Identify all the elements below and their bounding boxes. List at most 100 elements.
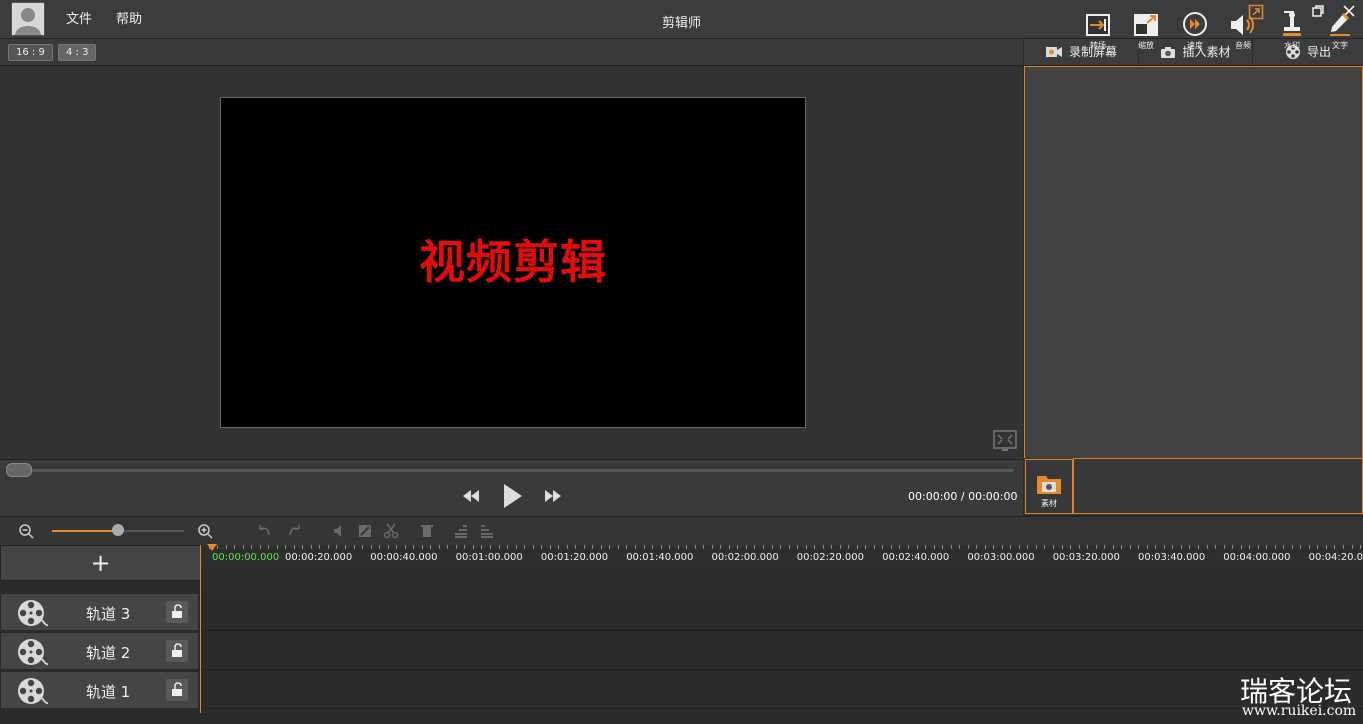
ruler-tick (345, 545, 346, 549)
transition-icon (1086, 14, 1110, 36)
tool-speed-label: 速度 (1187, 41, 1203, 50)
ruler-tick (302, 545, 303, 549)
zoom-slider-handle[interactable] (112, 524, 124, 536)
tool-transition[interactable]: 转场 (1074, 0, 1122, 55)
tool-transition-label: 转场 (1090, 41, 1106, 50)
mute-icon[interactable] (332, 523, 348, 539)
ruler-tick (797, 545, 798, 549)
scrub-track[interactable] (8, 469, 1014, 472)
ruler-tick (601, 545, 602, 549)
unlock-icon[interactable] (166, 640, 188, 662)
ruler-tick (439, 545, 440, 549)
ruler-tick (1027, 545, 1028, 549)
zoom-in-icon[interactable] (197, 523, 213, 542)
crop-icon[interactable] (357, 523, 373, 539)
fast-forward-icon[interactable] (543, 488, 563, 507)
ruler-tick (652, 545, 653, 549)
ruler-tick (1087, 545, 1088, 549)
ruler-tick (473, 545, 474, 549)
ruler-tick (1266, 545, 1267, 549)
add-track-button[interactable]: + (0, 545, 201, 581)
video-title-text: 视频剪辑 (419, 235, 607, 289)
tool-audio[interactable]: 音频 (1219, 0, 1267, 55)
folder-camera-icon (1037, 476, 1061, 494)
ruler-tick (499, 545, 500, 549)
split-icon[interactable] (453, 523, 469, 539)
ruler-tick (712, 545, 713, 549)
ruler-gap (200, 567, 1363, 593)
tool-zoom[interactable]: 缩放 (1122, 0, 1170, 55)
play-icon[interactable] (500, 482, 524, 513)
track-lane-2[interactable] (200, 632, 1363, 670)
ruler-tick (729, 545, 730, 549)
redo-icon[interactable] (287, 523, 303, 539)
ruler-tick (874, 545, 875, 549)
tool-text-label: 文字 (1332, 41, 1348, 50)
ruler-tick (865, 545, 866, 549)
ruler-tick (934, 545, 935, 549)
ruler-tick (550, 545, 551, 549)
ruler-tick (626, 545, 627, 549)
scrub-handle[interactable] (6, 463, 32, 477)
playhead[interactable] (200, 545, 201, 713)
ruler-tick (1258, 545, 1259, 549)
ruler-tick (1352, 545, 1353, 549)
ratio-4-3-button[interactable]: 4 : 3 (58, 44, 97, 61)
unlock-icon[interactable] (166, 679, 188, 701)
undo-icon[interactable] (256, 523, 272, 539)
timecode: 00:00:00 / 00:00:00 (908, 490, 1018, 503)
ruler-tick (1121, 545, 1122, 549)
ruler-tick (1155, 545, 1156, 549)
track-header-1[interactable]: 轨道 1 (0, 671, 199, 709)
zoom-slider-fill (52, 530, 118, 532)
track-lane-3[interactable] (200, 593, 1363, 631)
tool-text[interactable]: 文字 (1316, 0, 1363, 55)
ruler-tick (1334, 545, 1335, 549)
ratio-16-9-button[interactable]: 16 : 9 (8, 44, 53, 61)
ruler-tick (925, 545, 926, 549)
scissors-icon[interactable] (383, 523, 399, 539)
ruler-tick (430, 545, 431, 549)
track-header-2[interactable]: 轨道 2 (0, 632, 199, 670)
film-reel-icon (16, 637, 49, 667)
playhead-marker-icon[interactable] (205, 541, 219, 555)
ruler-tick (396, 545, 397, 549)
ruler-tick (763, 545, 764, 549)
ruler-tick (1104, 545, 1105, 549)
material-panel (1024, 66, 1363, 460)
ruler-label: 00:02:40.000 (882, 552, 950, 563)
timeline-ruler[interactable]: 00:00:00.000 00:00:20.000 00:00:40.000 00:0… (200, 545, 1363, 567)
ruler-tick (516, 545, 517, 549)
ruler-tick (592, 545, 593, 549)
ruler-tick (951, 545, 952, 549)
effect-tools (1073, 458, 1363, 514)
zoom-out-icon[interactable] (18, 523, 34, 542)
ruler-tick (464, 545, 465, 549)
delete-icon[interactable] (419, 523, 435, 539)
ruler-tick (695, 545, 696, 549)
ruler-tick (899, 545, 900, 549)
video-canvas[interactable]: 视频剪辑 (220, 97, 806, 428)
tool-watermark-label: 水印 (1284, 41, 1300, 50)
ruler-tick (1172, 545, 1173, 549)
tool-material[interactable]: 素材 (1025, 459, 1073, 514)
ruler-tick (1130, 545, 1131, 549)
track-lane-1[interactable] (200, 671, 1363, 709)
unlock-icon[interactable] (166, 601, 188, 623)
ruler-tick (609, 545, 610, 549)
fullscreen-icon[interactable] (993, 430, 1017, 452)
track-label: 轨道 2 (86, 644, 131, 662)
ruler-tick (618, 545, 619, 549)
ruler-tick (1002, 545, 1003, 549)
tool-watermark[interactable]: 水印 (1268, 0, 1316, 55)
track-header-3[interactable]: 轨道 3 (0, 593, 199, 631)
tool-speed[interactable]: 速度 (1171, 0, 1219, 55)
ruler-tick (533, 545, 534, 549)
merge-icon[interactable] (479, 523, 495, 539)
rewind-icon[interactable] (461, 488, 481, 507)
ruler-tick (857, 545, 858, 549)
camera-video-icon (1045, 47, 1062, 57)
pencil-icon (1330, 13, 1350, 36)
zoom-effect-icon (1134, 14, 1158, 36)
ruler-tick (1224, 545, 1225, 549)
